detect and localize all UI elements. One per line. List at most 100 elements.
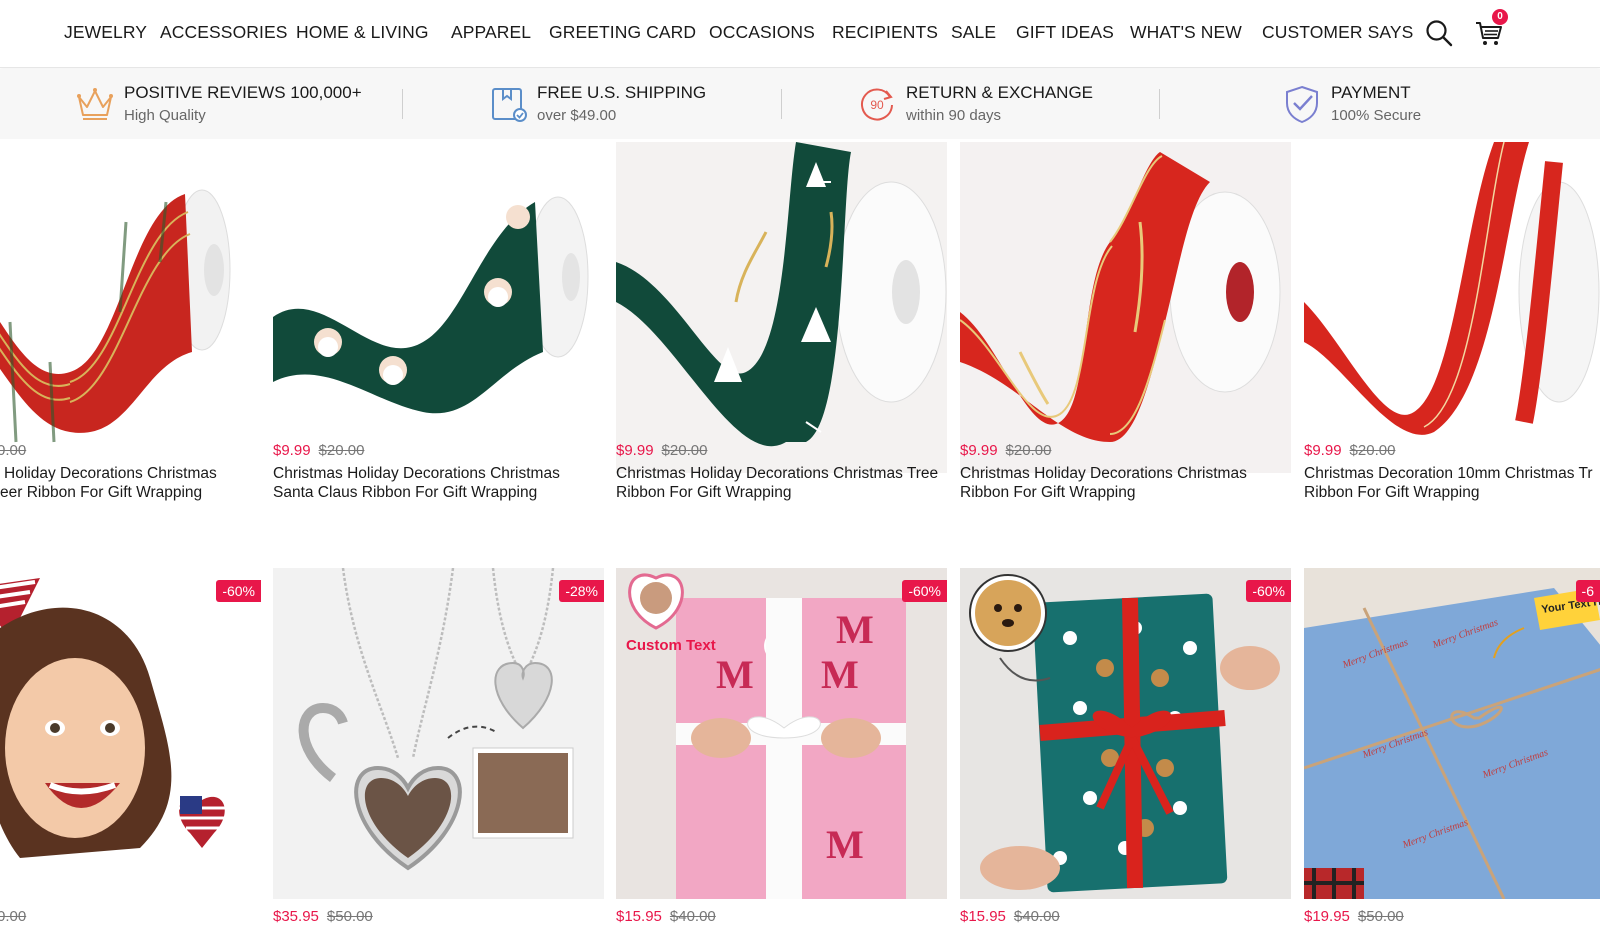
benefit-title: PAYMENT	[1331, 83, 1411, 102]
product-image-ribbon-10mm[interactable]	[1304, 142, 1600, 473]
product-title[interactable]: Christmas Holiday Decorations Christmas …	[273, 464, 604, 502]
product-image-heart-locket[interactable]: -28%	[273, 568, 604, 899]
shipping-box-icon	[492, 88, 527, 122]
product-title[interactable]: Holiday Decorations Christmas eer Ribbon…	[0, 464, 261, 502]
title-line: eer Ribbon For Gift Wrapping	[0, 484, 203, 501]
product-title[interactable]: Christmas Decoration 10mm Christmas Tr R…	[1304, 464, 1600, 502]
nav-home-living[interactable]: HOME & LIVING	[296, 22, 429, 43]
product-image-dog-gift-wrap[interactable]: -60%	[960, 568, 1291, 899]
svg-text:90: 90	[870, 98, 884, 112]
crown-icon	[77, 88, 113, 120]
benefit-subtitle: within 90 days	[906, 107, 1002, 124]
original-price: $40.00	[669, 908, 716, 925]
benefit-subtitle: over $49.00	[537, 107, 617, 124]
nav-apparel[interactable]: APPAREL	[451, 22, 531, 43]
benefit-return: 90 RETURN & EXCHANGE within 90 days	[856, 81, 1116, 129]
svg-text:M: M	[826, 822, 864, 867]
discount-badge: -28%	[559, 580, 604, 602]
title-line: Santa Claus Ribbon For Gift Wrapping	[273, 484, 538, 501]
original-price: $20.00	[661, 442, 708, 459]
sale-price: $9.99	[960, 442, 998, 459]
price: $19.95 $50.00	[1304, 908, 1404, 925]
product-image-face-sticker[interactable]: -60%	[0, 568, 261, 899]
benefit-subtitle: High Quality	[124, 107, 206, 124]
original-price: $20.00	[1349, 442, 1396, 459]
nav-customer-says[interactable]: CUSTOMER SAYS	[1262, 22, 1413, 43]
product-card[interactable]: -60% $15.95 $40.00	[960, 568, 1291, 925]
product-card[interactable]: $9.99 $20.00 Christmas Holiday Decoration…	[960, 142, 1291, 522]
product-card[interactable]: -60% 0.00	[0, 568, 261, 925]
original-price: $50.00	[326, 908, 373, 925]
product-image-christmas-gift-wrap[interactable]: Merry Christmas Merry Christmas Merry Ch…	[1304, 568, 1600, 899]
nav-greeting-card[interactable]: GREETING CARD	[549, 22, 696, 43]
product-image-ribbon-santa[interactable]	[273, 142, 604, 473]
product-card[interactable]: 0.00 Holiday Decorations Christmas eer R…	[0, 142, 261, 522]
product-image-mom-gift-wrap[interactable]: M M M M Custom Text -60%	[616, 568, 947, 899]
product-title[interactable]: Christmas Holiday Decorations Christmas …	[960, 464, 1291, 502]
sale-price: $9.99	[616, 442, 654, 459]
title-line: Christmas Holiday Decorations Christmas	[273, 465, 560, 482]
nav-accessories[interactable]: ACCESSORIES	[160, 22, 288, 43]
return-90-icon: 90	[861, 88, 893, 121]
title-line: Holiday Decorations Christmas	[4, 465, 217, 482]
product-image-ribbon-plaid[interactable]	[0, 142, 261, 473]
benefit-reviews: POSITIVE REVIEWS 100,000+ High Quality	[74, 81, 374, 129]
divider	[402, 89, 403, 119]
svg-text:M: M	[716, 652, 754, 697]
nav-gift-ideas[interactable]: GIFT IDEAS	[1016, 22, 1114, 43]
discount-badge: -60%	[1246, 580, 1291, 602]
price: $9.99 $20.00	[273, 442, 364, 459]
product-card[interactable]: M M M M Custom Text -60% $15.95 $40.00	[616, 568, 947, 925]
nav-sale[interactable]: SALE	[951, 22, 996, 43]
product-card[interactable]: $9.99 $20.00 Christmas Holiday Decoration…	[273, 142, 604, 522]
discount-badge: -60%	[216, 580, 261, 602]
product-card[interactable]: Merry Christmas Merry Christmas Merry Ch…	[1304, 568, 1600, 925]
title-line: Ribbon For Gift Wrapping	[616, 484, 792, 501]
divider	[781, 89, 782, 119]
sale-price: $15.95	[616, 908, 662, 925]
sale-price: $15.95	[960, 908, 1006, 925]
nav-jewelry[interactable]: JEWELRY	[64, 22, 147, 43]
nav-occasions[interactable]: OCCASIONS	[709, 22, 815, 43]
svg-text:M: M	[821, 652, 859, 697]
sale-price: $35.95	[273, 908, 319, 925]
product-card[interactable]: $9.99 $20.00 Christmas Holiday Decoration…	[616, 142, 947, 522]
original-price: $50.00	[1357, 908, 1404, 925]
sale-price: $9.99	[273, 442, 311, 459]
nav-recipients[interactable]: RECIPIENTS	[832, 22, 938, 43]
title-line: Christmas Holiday Decorations Christmas …	[616, 465, 939, 482]
title-line: Ribbon For Gift Wrapping	[960, 484, 1136, 501]
benefit-title: FREE U.S. SHIPPING	[537, 83, 707, 102]
benefit-subtitle: 100% Secure	[1331, 107, 1422, 124]
product-card[interactable]: $9.99 $20.00 Christmas Decoration 10mm Ch…	[1304, 142, 1600, 522]
nav-whats-new[interactable]: WHAT'S NEW	[1130, 22, 1242, 43]
product-image-ribbon-tree[interactable]	[616, 142, 947, 473]
discount-badge: -6	[1575, 580, 1600, 602]
price: $15.95 $40.00	[616, 908, 716, 925]
benefit-payment: PAYMENT 100% Secure	[1281, 81, 1481, 129]
original-price: $40.00	[1013, 908, 1060, 925]
top-navigation: JEWELRY ACCESSORIES HOME & LIVING APPARE…	[0, 0, 1600, 68]
product-card[interactable]: -28% $35.95 $50.00	[273, 568, 604, 925]
divider	[1159, 89, 1160, 119]
original-price: $20.00	[1005, 442, 1052, 459]
benefit-title: RETURN & EXCHANGE	[906, 83, 1094, 102]
search-icon[interactable]	[1424, 18, 1454, 48]
product-image-ribbon-red-merry[interactable]	[960, 142, 1291, 473]
original-price: $20.00	[318, 442, 365, 459]
sale-price: $9.99	[1304, 442, 1342, 459]
product-title[interactable]: Christmas Holiday Decorations Christmas …	[616, 464, 947, 502]
original-price: 0.00	[0, 442, 27, 459]
benefits-bar: POSITIVE REVIEWS 100,000+ High Quality F…	[0, 69, 1600, 139]
price: $9.99 $20.00	[1304, 442, 1395, 459]
original-price: 0.00	[0, 908, 27, 925]
shield-check-icon	[1286, 85, 1318, 124]
price: $9.99 $20.00	[616, 442, 707, 459]
price: 0.00	[0, 908, 26, 925]
benefit-shipping: FREE U.S. SHIPPING over $49.00	[487, 81, 747, 129]
price: $35.95 $50.00	[273, 908, 373, 925]
overlay-text: Custom Text	[626, 637, 716, 654]
discount-badge: -60%	[902, 580, 947, 602]
benefit-title: POSITIVE REVIEWS 100,000+	[124, 83, 362, 102]
title-line: Christmas Holiday Decorations Christmas	[960, 465, 1247, 482]
